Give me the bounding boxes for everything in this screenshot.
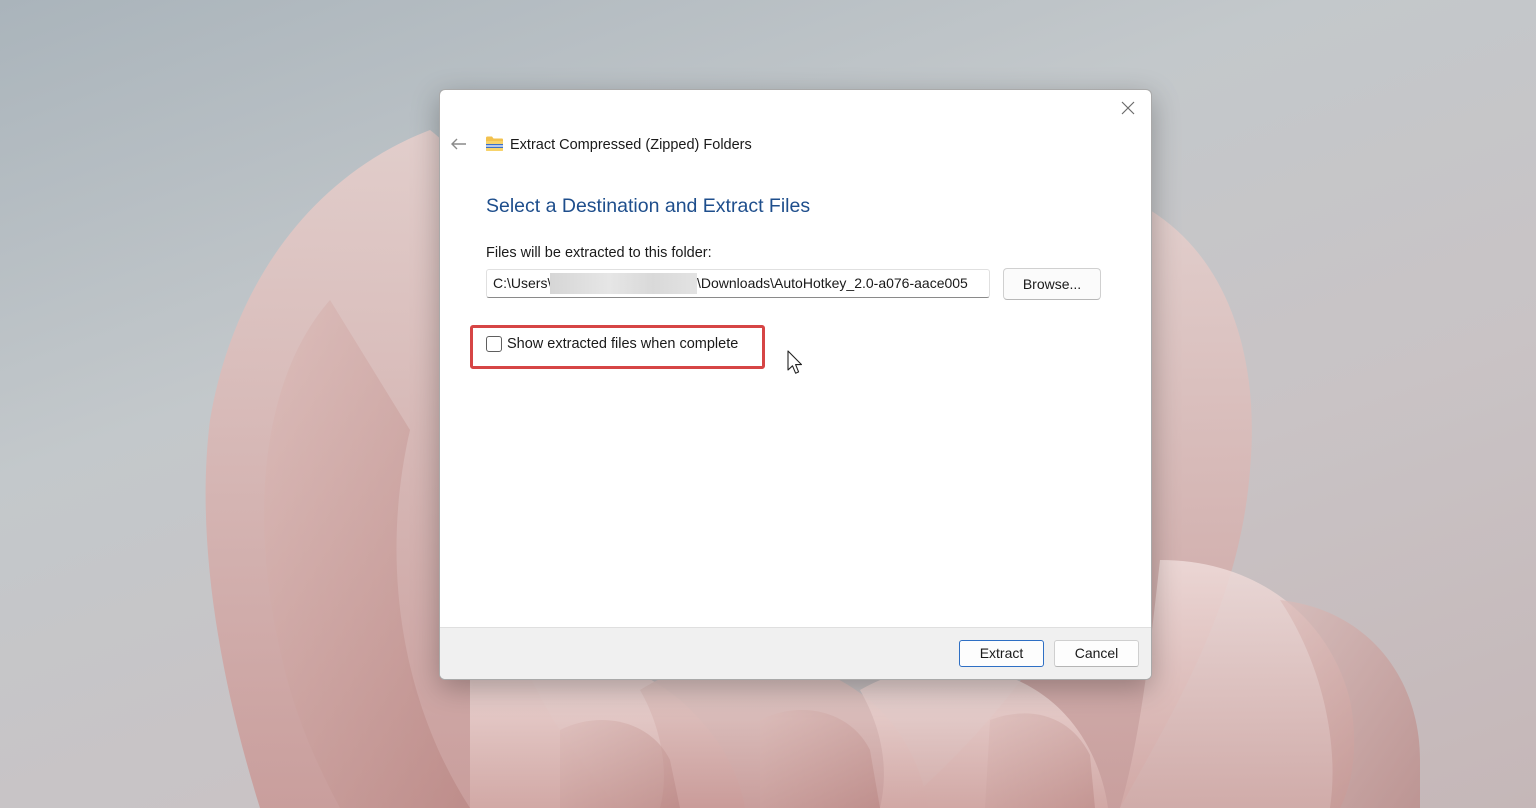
redacted-username <box>550 273 697 294</box>
close-button[interactable] <box>1115 96 1141 120</box>
extract-button[interactable]: Extract <box>959 640 1044 667</box>
extract-dialog: Extract Compressed (Zipped) Folders Sele… <box>439 89 1152 680</box>
window-title: Extract Compressed (Zipped) Folders <box>510 137 752 153</box>
destination-path-input[interactable]: C:\Users\ \Downloads\AutoHotkey_2.0-a076… <box>486 269 990 298</box>
mouse-pointer-icon <box>787 350 803 374</box>
dialog-footer: Extract Cancel <box>440 627 1151 679</box>
arrow-left-icon <box>451 138 466 150</box>
cancel-button[interactable]: Cancel <box>1054 640 1139 667</box>
show-extracted-files-option[interactable]: Show extracted files when complete <box>486 334 738 354</box>
browse-button[interactable]: Browse... <box>1003 268 1101 300</box>
show-extracted-files-checkbox[interactable] <box>486 336 502 352</box>
zip-folder-icon <box>486 136 503 151</box>
show-extracted-files-label: Show extracted files when complete <box>507 336 739 352</box>
path-suffix: \Downloads\AutoHotkey_2.0-a076-aace005 <box>697 275 968 291</box>
close-icon <box>1121 101 1135 115</box>
destination-label: Files will be extracted to this folder: <box>486 245 712 261</box>
back-button[interactable] <box>448 133 470 155</box>
page-heading: Select a Destination and Extract Files <box>486 195 811 217</box>
dialog-header: Extract Compressed (Zipped) Folders <box>440 130 1151 160</box>
path-prefix: C:\Users\ <box>493 275 552 291</box>
